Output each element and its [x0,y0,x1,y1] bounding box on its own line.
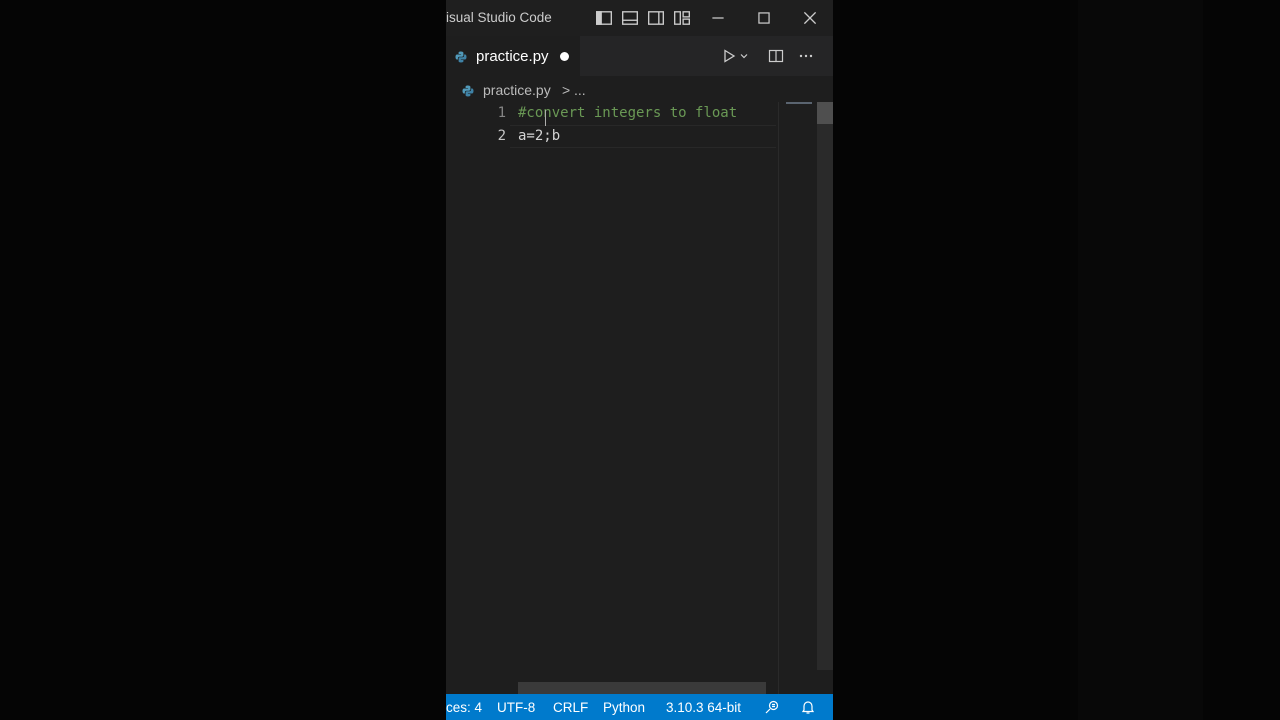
horizontal-scrollbar[interactable] [518,682,766,694]
toggle-panel-icon[interactable] [620,8,640,28]
bell-icon[interactable] [800,699,816,715]
status-interpreter[interactable]: 3.10.3 64-bit [666,700,741,715]
ellipsis-icon[interactable] [797,47,815,65]
unsaved-indicator[interactable] [560,52,569,61]
code-line[interactable]: a=2;b [518,128,560,144]
line-number: 2 [497,128,506,144]
close-icon[interactable] [800,8,820,28]
toggle-primary-sidebar-icon[interactable] [594,8,614,28]
minimize-icon[interactable] [708,8,728,28]
tab-practice-py[interactable]: practice.py [446,36,580,76]
customize-layout-icon[interactable] [672,8,692,28]
breadcrumb-symbols[interactable]: ... [574,82,586,98]
window-title: isual Studio Code [446,10,552,25]
letterbox-band [1078,0,1203,720]
vertical-scrollbar-thumb[interactable] [817,102,833,124]
code-editor[interactable]: 1 2 #convert integers to float a=2;b [446,102,833,694]
breadcrumb-file[interactable]: practice.py [483,82,551,98]
line-number: 1 [497,105,506,121]
breadcrumb-separator: > [562,82,571,98]
tab-bar: practice.py [446,36,833,76]
status-encoding[interactable]: UTF-8 [497,700,535,715]
toggle-secondary-sidebar-icon[interactable] [646,8,666,28]
play-icon[interactable] [720,47,738,65]
minimap-preview [786,102,812,104]
breadcrumb: practice.py > ... [446,76,833,102]
tab-label: practice.py [476,48,549,65]
status-indentation[interactable]: ces: 4 [446,700,482,715]
status-language[interactable]: Python [603,700,645,715]
python-icon [462,84,474,97]
minimap[interactable] [778,102,816,694]
left-letterbox [0,0,446,720]
chevron-down-icon[interactable] [739,47,749,65]
vscode-window: isual Studio Code practice.py practice.p… [446,0,833,720]
python-icon [455,50,467,63]
right-letterbox [833,0,1280,720]
vertical-scrollbar[interactable] [817,102,833,670]
split-editor-icon[interactable] [767,47,785,65]
title-bar: isual Studio Code [446,0,833,36]
text-cursor [545,110,546,126]
maximize-icon[interactable] [754,8,774,28]
status-eol[interactable]: CRLF [553,700,588,715]
feedback-icon[interactable] [764,699,780,715]
code-line[interactable]: #convert integers to float [518,105,737,121]
status-bar: ces: 4 UTF-8 CRLF Python 3.10.3 64-bit [446,694,833,720]
